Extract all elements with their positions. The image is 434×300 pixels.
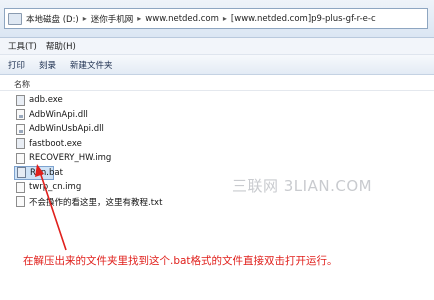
img-file-icon — [16, 152, 25, 164]
instruction-annotation: 在解压出来的文件夹里找到这个.bat格式的文件直接双击打开运行。 — [23, 255, 338, 267]
breadcrumb-separator-icon[interactable]: ▸ — [220, 14, 230, 23]
breadcrumb-separator-icon[interactable]: ▸ — [80, 14, 90, 23]
file-row[interactable]: 不会操作的看这里，这里有教程.txt — [14, 195, 214, 210]
breadcrumb-item-folder[interactable]: 迷你手机网 — [90, 13, 135, 25]
toolbar: 打印 刻录 新建文件夹 — [0, 55, 434, 75]
file-row-selected[interactable]: Run.bat — [14, 165, 63, 180]
file-row[interactable]: twrp_cn.img — [14, 180, 214, 195]
breadcrumb-item-drive[interactable]: 本地磁盘 (D:) — [25, 13, 80, 25]
dll-file-icon — [16, 109, 25, 121]
file-row[interactable]: AdbWinApi.dll — [14, 108, 214, 123]
menu-bar: 工具(T) 帮助(H) — [0, 38, 434, 55]
file-name: 不会操作的看这里，这里有教程.txt — [29, 197, 163, 208]
file-row[interactable]: AdbWinUsbApi.dll — [14, 122, 214, 137]
print-button[interactable]: 打印 — [4, 59, 35, 71]
file-row[interactable]: RECOVERY_HW.img — [14, 151, 214, 166]
file-name: twrp_cn.img — [29, 182, 82, 193]
exe-file-icon — [16, 138, 25, 150]
column-header-name[interactable]: 名称 — [0, 78, 434, 91]
dll-file-icon — [16, 123, 25, 135]
new-folder-button[interactable]: 新建文件夹 — [66, 59, 123, 71]
address-field[interactable]: 本地磁盘 (D:) ▸ 迷你手机网 ▸ www.netded.com ▸ [ww… — [4, 8, 428, 29]
file-list: adb.exe AdbWinApi.dll AdbWinUsbApi.dll f… — [14, 93, 214, 209]
txt-file-icon — [16, 196, 25, 208]
address-bar-region: 本地磁盘 (D:) ▸ 迷你手机网 ▸ www.netded.com ▸ [ww… — [0, 0, 434, 38]
menu-help[interactable]: 帮助(H) — [44, 40, 83, 52]
computer-icon — [8, 12, 22, 25]
breadcrumb-item-site[interactable]: www.netded.com — [144, 14, 220, 24]
breadcrumb-separator-icon[interactable]: ▸ — [134, 14, 144, 23]
file-name: adb.exe — [29, 95, 63, 106]
file-name: AdbWinApi.dll — [29, 109, 88, 120]
img-file-icon — [16, 181, 25, 193]
exe-file-icon — [16, 94, 25, 106]
file-row[interactable]: fastboot.exe — [14, 137, 214, 152]
bat-file-icon — [17, 167, 26, 179]
file-name: fastboot.exe — [29, 138, 82, 149]
burn-button[interactable]: 刻录 — [35, 59, 66, 71]
file-name: Run.bat — [30, 167, 63, 178]
file-row[interactable]: adb.exe — [14, 93, 214, 108]
file-name: RECOVERY_HW.img — [29, 153, 112, 164]
breadcrumb-item-current[interactable]: [www.netded.com]p9-plus-gf-r-e-c — [230, 14, 377, 24]
watermark: 三联网 3LIAN.COM — [232, 177, 373, 195]
menu-tools[interactable]: 工具(T) — [6, 40, 44, 52]
breadcrumb: 本地磁盘 (D:) ▸ 迷你手机网 ▸ www.netded.com ▸ [ww… — [25, 13, 377, 25]
file-name: AdbWinUsbApi.dll — [29, 124, 104, 135]
